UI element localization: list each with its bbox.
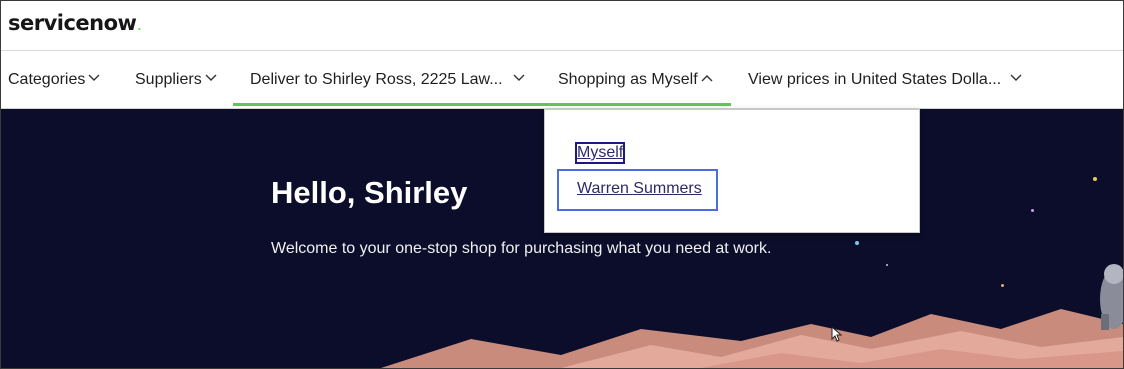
chevron-up-icon: [701, 74, 713, 82]
nav-currency[interactable]: View prices in United States Dolla...: [748, 51, 1022, 108]
chevron-down-icon: [88, 74, 100, 81]
top-header: servicenow.: [1, 1, 1123, 51]
servicenow-logo[interactable]: servicenow.: [8, 11, 141, 35]
logo-text: servicenow: [8, 11, 137, 35]
chevron-down-icon: [513, 74, 525, 81]
app-frame: servicenow. Categories Suppliers Deliver…: [0, 0, 1124, 369]
chevron-down-icon: [1010, 74, 1022, 81]
nav-suppliers-label: Suppliers: [135, 71, 202, 88]
logo-dot: .: [137, 22, 141, 33]
option-myself[interactable]: Myself: [574, 142, 626, 164]
active-nav-underline: [233, 103, 731, 106]
mouse-cursor-icon: [831, 326, 843, 342]
nav-suppliers[interactable]: Suppliers: [135, 51, 217, 108]
nav-categories-label: Categories: [8, 71, 86, 88]
nav-deliver-to-label: Deliver to Shirley Ross, 2225 Law...: [250, 71, 503, 88]
nav-categories[interactable]: Categories: [8, 51, 100, 108]
shopping-as-dropdown: Myself Warren Summers: [544, 109, 920, 233]
main-nav: Categories Suppliers Deliver to Shirley …: [1, 51, 1123, 109]
nav-deliver-to[interactable]: Deliver to Shirley Ross, 2225 Law...: [250, 51, 525, 108]
nav-currency-label: View prices in United States Dolla...: [748, 71, 1002, 88]
option-warren-summers[interactable]: Warren Summers: [577, 180, 702, 198]
chevron-down-icon: [205, 74, 217, 81]
nav-shopping-as[interactable]: Shopping as Myself: [558, 51, 713, 108]
nav-shopping-as-label: Shopping as Myself: [558, 71, 698, 88]
